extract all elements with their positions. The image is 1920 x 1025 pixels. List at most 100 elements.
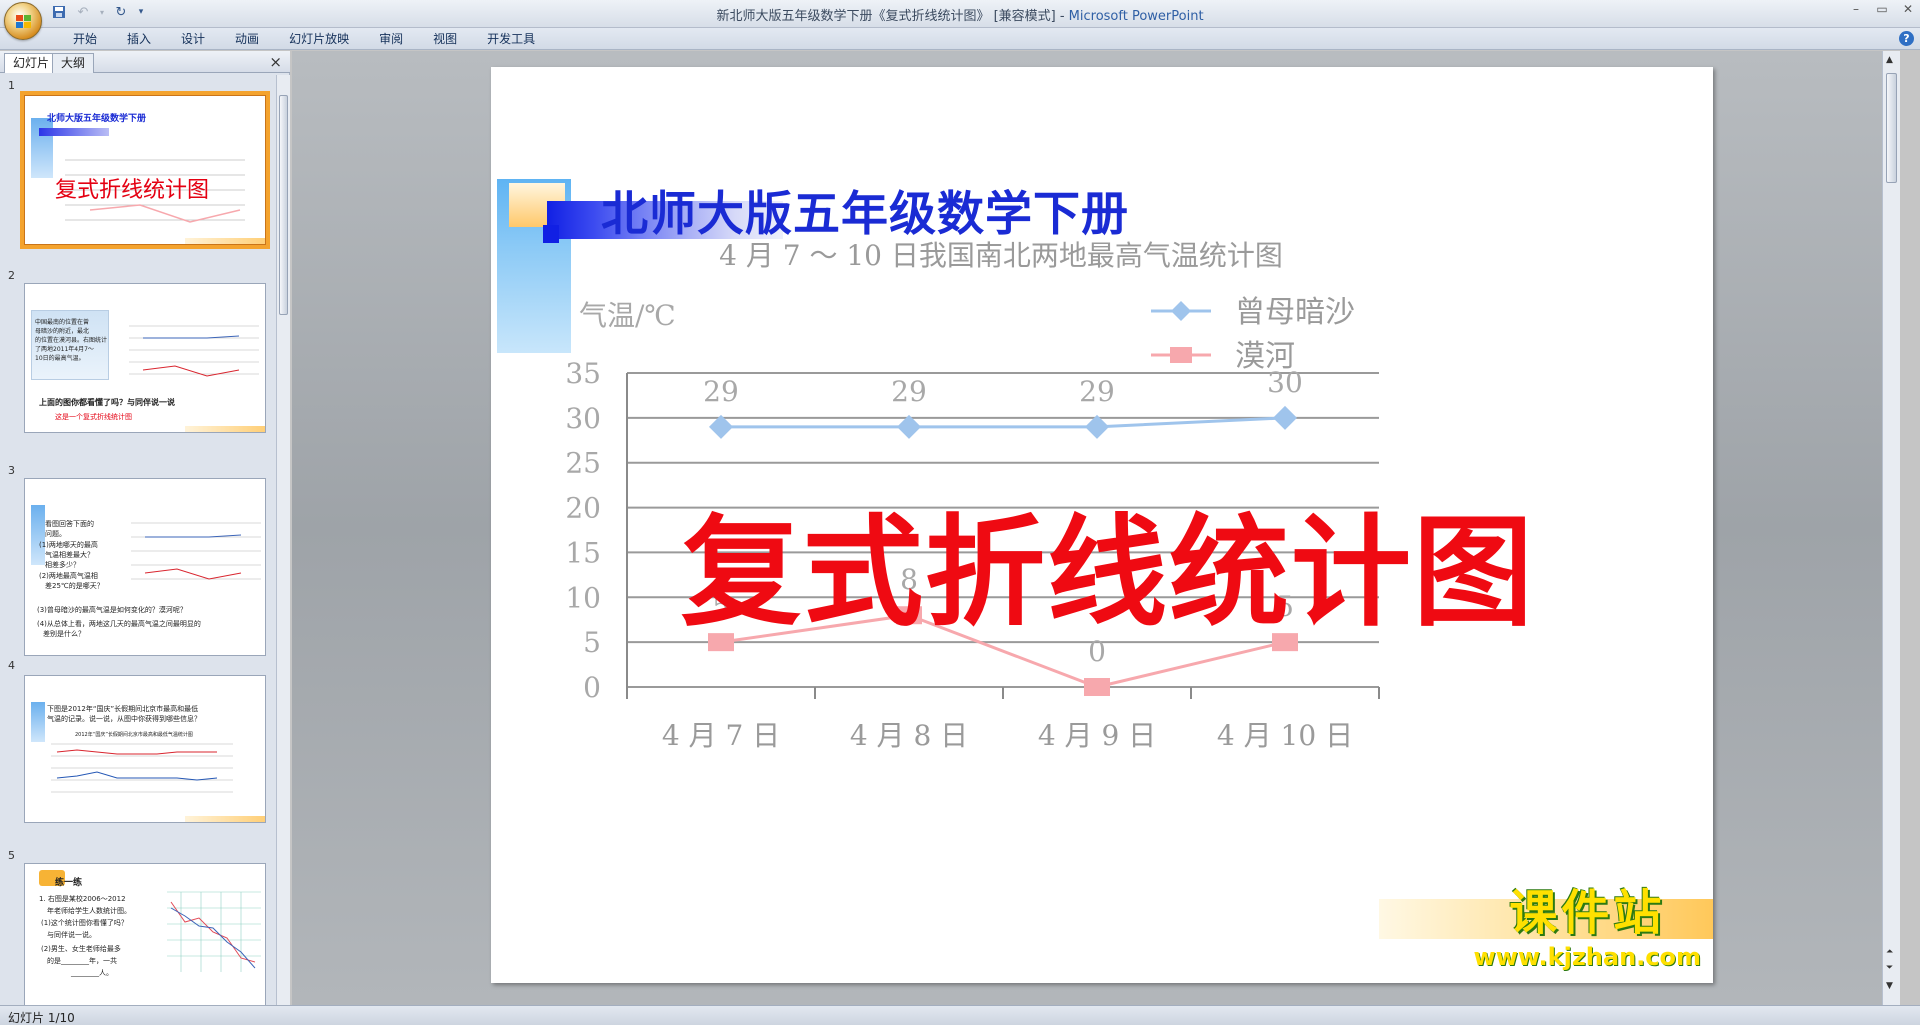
- thumbnail-text: 的位置在漠河县。右图统计: [35, 337, 108, 344]
- thumb-chart: [129, 325, 259, 377]
- data-label: 29: [703, 375, 739, 408]
- thumbnail-item[interactable]: 5 练一练 1. 右图是某校2006～2012 年老师给学生人数统计图。 (1)…: [0, 845, 276, 1005]
- series-line: [721, 416, 1286, 429]
- tab-review[interactable]: 审阅: [364, 31, 418, 47]
- thumb-deco: [31, 702, 45, 742]
- slide-thumbnail-5[interactable]: 练一练 1. 右图是某校2006～2012 年老师给学生人数统计图。 (1)这个…: [24, 863, 266, 1005]
- slides-panel: 幻灯片 大纲 × 1 北师大版五年级数学下册 复式折线统计图 2 中国最南的位置…: [0, 51, 290, 1005]
- y-tick-label: 30: [565, 402, 601, 435]
- y-tick-label: 25: [565, 447, 601, 480]
- thumb-chart: [51, 743, 233, 793]
- slide-thumbnail-1[interactable]: 北师大版五年级数学下册 复式折线统计图: [20, 91, 270, 249]
- thumbnail-text: 母暗沙的附近，最北: [35, 328, 90, 335]
- legend-label: 曾母暗沙: [1235, 295, 1355, 330]
- thumbnail-text: (1)这个统计图你看懂了吗？: [41, 919, 128, 927]
- thumbnail-text: 中国最南的位置在曾: [35, 319, 90, 326]
- slide-thumbnail-3[interactable]: 看图回答下面的 问题。 (1)两地哪天的最高 气温相差最大？ 相差多少？ (2)…: [24, 478, 266, 656]
- thumbnail-number: 3: [8, 464, 15, 477]
- thumb-chart: [131, 522, 261, 580]
- thumb-deco-strip: [185, 238, 265, 244]
- thumb-chart: [167, 891, 261, 972]
- thumbnail-text: (2)两地最高气温相: [39, 572, 98, 580]
- tab-slides[interactable]: 幻灯片: [4, 53, 59, 73]
- thumbnail-text: (4)从总体上看，两地这几天的最高气温之间最明显的: [37, 620, 201, 628]
- thumbnail-text: 气温相差最大？: [45, 551, 94, 559]
- thumbnail-text: 上面的图你都看懂了吗？与同伴说一说: [39, 398, 175, 407]
- window-controls: – ▭ ✕: [1848, 2, 1916, 16]
- thumbnail-title: 北师大版五年级数学下册: [47, 114, 147, 124]
- slide-thumbnail-4[interactable]: 下图是2012年“国庆”长假期间北京市最高和最低 气温的记录。说一说，从图中你获…: [24, 675, 266, 823]
- current-slide[interactable]: 北师大版五年级数学下册 4 月 7 ～ 10 日我国南北两地最高气温统计图 气温/…: [491, 67, 1713, 983]
- title-bar: ↶ ▾ ↻ ▾ 新北师大版五年级数学下册《复式折线统计图》 [兼容模式] - M…: [0, 0, 1920, 40]
- data-label: 29: [891, 375, 927, 408]
- tab-outline[interactable]: 大纲: [52, 53, 95, 73]
- panel-tabs: 幻灯片 大纲 ×: [0, 51, 290, 73]
- thumbnail-text: 相差多少？: [45, 561, 80, 569]
- tab-developer[interactable]: 开发工具: [472, 31, 550, 47]
- app-name: Microsoft PowerPoint: [1068, 9, 1204, 24]
- y-tick-label: 10: [565, 581, 601, 614]
- watermark-logo: 课件站 www.kjzhan.com: [1474, 873, 1701, 971]
- thumbnail-item[interactable]: 2 中国最南的位置在曾 母暗沙的附近，最北 的位置在漠河县。右图统计 了两地20…: [0, 265, 276, 455]
- thumbnail-text: 问题。: [45, 530, 66, 538]
- status-bar: 幻灯片 1/10: [0, 1005, 1920, 1025]
- thumb-deco-strip: [185, 426, 265, 432]
- slide-scroll-thumb[interactable]: [1886, 73, 1897, 183]
- thumbnail-text: 这是一个复式折线统计图: [55, 413, 132, 421]
- maximize-button[interactable]: ▭: [1874, 2, 1890, 16]
- data-point-square: [1084, 678, 1110, 696]
- thumbnail-text: 1. 右图是某校2006～2012: [39, 895, 126, 903]
- panel-scrollbar[interactable]: [276, 75, 290, 1005]
- powerpoint-window: ↶ ▾ ↻ ▾ 新北师大版五年级数学下册《复式折线统计图》 [兼容模式] - M…: [0, 0, 1920, 1025]
- tab-slideshow[interactable]: 幻灯片放映: [274, 31, 364, 47]
- thumbnail-text: 的是________年，一共: [47, 957, 117, 965]
- x-tick-label: 4 月 8 日: [850, 719, 968, 752]
- y-tick-label: 20: [565, 492, 601, 525]
- thumbnail-item[interactable]: 4 下图是2012年“国庆”长假期间北京市最高和最低 气温的记录。说一说，从图中…: [0, 655, 276, 825]
- office-logo-icon: [16, 15, 31, 28]
- thumb-deco-bar: [39, 128, 109, 136]
- y-axis-label: 气温/℃: [579, 299, 676, 332]
- scroll-up-icon[interactable]: ▲: [1886, 55, 1893, 65]
- thumbnail-item[interactable]: 3 看图回答下面的 问题。 (1)两地哪天的最高 气温相差最大？ 相差多少？ (…: [0, 460, 276, 656]
- slide-scrollbar[interactable]: ▲ ⏶ ⏷ ▼: [1882, 51, 1900, 1005]
- close-panel-icon[interactable]: ×: [269, 53, 282, 71]
- thumbnail-item[interactable]: 1 北师大版五年级数学下册 复式折线统计图: [0, 75, 276, 265]
- window-title: 新北师大版五年级数学下册《复式折线统计图》 [兼容模式] - Microsoft…: [0, 5, 1920, 24]
- close-button[interactable]: ✕: [1900, 2, 1916, 16]
- thumbnail-overlay-text: 复式折线统计图: [55, 178, 210, 203]
- thumbnail-number: 4: [8, 659, 15, 672]
- thumbnail-number: 2: [8, 269, 15, 282]
- scroll-down-icon[interactable]: ▼: [1886, 981, 1893, 991]
- slide-edit-area: 北师大版五年级数学下册 4 月 7 ～ 10 日我国南北两地最高气温统计图 气温/…: [292, 51, 1900, 1005]
- thumbnail-list: 1 北师大版五年级数学下册 复式折线统计图 2 中国最南的位置在曾 母暗沙的附近…: [0, 75, 276, 1005]
- thumbnail-heading: 练一练: [55, 878, 83, 888]
- tab-home[interactable]: 开始: [58, 31, 112, 47]
- x-tick-label: 4 月 9 日: [1038, 719, 1156, 752]
- thumbnail-text: 差别是什么？: [43, 630, 85, 638]
- thumbnail-text: 年老师给学生人数统计图。: [47, 907, 131, 915]
- thumbnail-text: 下图是2012年“国庆”长假期间北京市最高和最低: [47, 705, 199, 713]
- legend-marker-square: [1170, 347, 1192, 363]
- panel-scroll-thumb[interactable]: [279, 95, 288, 315]
- next-slide-icon[interactable]: ⏷: [1886, 963, 1893, 973]
- help-icon[interactable]: ?: [1899, 31, 1914, 46]
- watermark-text: 课件站: [1509, 885, 1666, 941]
- y-tick-label: 5: [583, 626, 601, 659]
- minimize-button[interactable]: –: [1848, 2, 1864, 16]
- tab-insert[interactable]: 插入: [112, 31, 166, 47]
- watermark-url: www.kjzhan.com: [1473, 943, 1701, 971]
- thumbnail-text: 差25℃的是哪天？: [45, 582, 104, 590]
- tab-animation[interactable]: 动画: [220, 31, 274, 47]
- thumbnail-text: ________人。: [71, 969, 113, 977]
- slide-thumbnail-2[interactable]: 中国最南的位置在曾 母暗沙的附近，最北 的位置在漠河县。右图统计 了两地2011…: [24, 283, 266, 433]
- chart-title: 4 月 7 ～ 10 日我国南北两地最高气温统计图: [719, 239, 1283, 272]
- thumbnail-number: 5: [8, 849, 15, 862]
- document-title: 新北师大版五年级数学下册《复式折线统计图》 [兼容模式] -: [716, 9, 1069, 24]
- slide-counter: 幻灯片 1/10: [8, 1011, 75, 1025]
- tab-design[interactable]: 设计: [166, 31, 220, 47]
- tab-view[interactable]: 视图: [418, 31, 472, 47]
- slide-overlay-title[interactable]: 复式折线统计图: [681, 475, 1535, 649]
- office-button[interactable]: [4, 2, 42, 40]
- prev-slide-icon[interactable]: ⏶: [1886, 947, 1893, 957]
